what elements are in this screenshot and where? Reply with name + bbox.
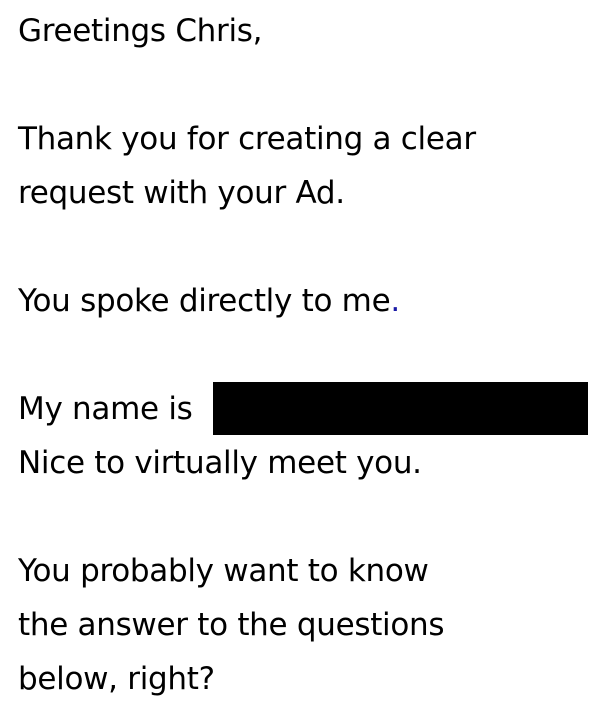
name-intro: My name is bbox=[18, 391, 193, 427]
email-body: Greetings Chris, Thank you for creating … bbox=[18, 0, 593, 706]
name-line: My name is bbox=[18, 382, 593, 436]
thanks-line-1: Thank you for creating a clear bbox=[18, 121, 476, 157]
thanks-line-2: request with your Ad. bbox=[18, 175, 345, 211]
spoke-line: You spoke directly to me. bbox=[18, 274, 593, 328]
redacted-name-block bbox=[213, 382, 588, 435]
spoke-period: . bbox=[390, 283, 400, 319]
spoke-text: You spoke directly to me bbox=[18, 283, 391, 319]
question-line-1: You probably want to know bbox=[18, 553, 429, 589]
question-line-2: the answer to the questions bbox=[18, 607, 445, 643]
greeting-line: Greetings Chris, bbox=[18, 13, 263, 49]
nice-line: Nice to virtually meet you. bbox=[18, 445, 422, 481]
question-line-3: below, right? bbox=[18, 661, 215, 697]
